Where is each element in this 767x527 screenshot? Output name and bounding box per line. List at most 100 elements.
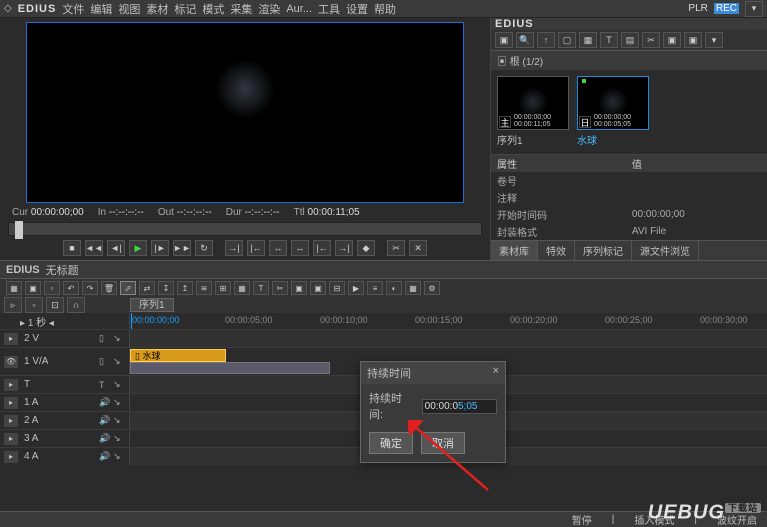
props-icon[interactable]: ▤ [621,32,639,48]
lock-icon[interactable]: ↘ [113,333,125,344]
color-icon[interactable]: ◐ [386,281,402,295]
menu-tools[interactable]: 工具 [318,1,340,17]
new-seq-icon[interactable]: ▦ [579,32,597,48]
save-button[interactable]: ▫ [44,281,60,295]
magnet-icon[interactable]: ∩ [67,297,85,313]
trash-button[interactable]: 🗑 [101,281,117,295]
new-seq-button[interactable]: ▦ [6,281,22,295]
menu-clip[interactable]: 素材 [146,1,168,17]
menu-marker[interactable]: 标记 [174,1,196,17]
rewind-button[interactable]: ◄| [107,240,125,256]
paste-tool-icon[interactable]: ▣ [310,281,326,295]
timeline-scale[interactable]: ▸ 1 秒 ◂ [0,313,130,329]
menu-capture[interactable]: 采集 [230,1,252,17]
arrow-tool-icon[interactable]: ⬀ [120,281,136,295]
snap-icon[interactable]: ⊞ [215,281,231,295]
cut-tool-icon[interactable]: ✂ [272,281,288,295]
track-enable-icon[interactable]: ▸ [4,379,18,391]
ripple-icon[interactable]: ≋ [196,281,212,295]
tab-markers[interactable]: 序列标记 [575,241,632,260]
insert-mode-icon[interactable]: ↧ [158,281,174,295]
tab-effects[interactable]: 特效 [538,241,575,260]
sequence-tab[interactable]: 序列1 [130,298,174,312]
track-head-4a[interactable]: ▸ 4 A 🔊 ↘ [0,448,130,465]
bin-item[interactable]: 日00:00:00;0000:00:05;05 水球 [577,76,649,148]
track-enable-icon[interactable]: ▸ [4,415,18,427]
time-ruler[interactable]: 00:00:00;00 00:00:05;00 00:00:10;00 00:0… [130,313,767,329]
mode-c-icon[interactable]: ⊡ [46,297,64,313]
loop-button[interactable]: ↻ [195,240,213,256]
speaker-icon[interactable]: 🔊 [99,397,111,408]
title-icon[interactable]: T [600,32,618,48]
menu-help[interactable]: 帮助 [374,1,396,17]
delete-button[interactable]: ✕ [409,240,427,256]
speaker-icon[interactable]: 🔊 [99,451,111,462]
goto-out-button[interactable]: ↔ [291,240,309,256]
video-icon[interactable]: ▯ [99,333,111,344]
track-enable-icon[interactable]: ▸ [4,451,18,463]
track-head-1a[interactable]: ▸ 1 A 🔊 ↘ [0,394,130,411]
duration-input[interactable]: 00:00:05;05 [422,399,497,414]
goto-in-button[interactable]: ↔ [269,240,287,256]
track-head-3a[interactable]: ▸ 3 A 🔊 ↘ [0,430,130,447]
track-enable-icon[interactable]: ▸ [4,397,18,409]
menu-mode[interactable]: 模式 [202,1,224,17]
set-out-button[interactable]: |← [247,240,265,256]
up-icon[interactable]: ↑ [537,32,555,48]
render-icon[interactable]: ▶ [348,281,364,295]
tab-browser[interactable]: 源文件浏览 [632,241,699,260]
paste-icon[interactable]: ▣ [684,32,702,48]
set-in-button[interactable]: →| [225,240,243,256]
speaker-icon[interactable]: 🔊 [99,415,111,426]
menu-view[interactable]: 视图 [118,1,140,17]
track-enable-icon[interactable]: ▸ [4,333,18,345]
lock-icon[interactable]: ↘ [113,451,125,462]
mode-b-icon[interactable]: ▫ [25,297,43,313]
next-button[interactable]: |► [151,240,169,256]
lock-icon[interactable]: ↘ [113,356,125,367]
clip-audio[interactable] [130,362,330,374]
overwrite-mode-icon[interactable]: ↥ [177,281,193,295]
speaker-icon[interactable]: 🔊 [99,433,111,444]
bin-item[interactable]: 主00:00:00;0000:00:11;05 序列1 [497,76,569,148]
mode-a-icon[interactable]: ▹ [4,297,22,313]
search-icon[interactable]: 🔍 [516,32,534,48]
split-button[interactable]: ✂ [387,240,405,256]
menu-settings[interactable]: 设置 [346,1,368,17]
ok-button[interactable]: 确定 [369,432,413,454]
play-button[interactable]: ▶ [129,240,147,256]
track-enable-icon[interactable]: 👁 [4,356,18,368]
menu-edit[interactable]: 编辑 [90,1,112,17]
copy-icon[interactable]: ▣ [663,32,681,48]
menu-file[interactable]: 文件 [62,1,84,17]
title-track-icon[interactable]: T [99,380,111,390]
mixer-icon[interactable]: ≡ [367,281,383,295]
ffwd-button[interactable]: ►► [173,240,191,256]
add-marker-button[interactable]: ◆ [357,240,375,256]
redo-button[interactable]: ↷ [82,281,98,295]
del-gap-icon[interactable]: ⊟ [329,281,345,295]
close-icon[interactable]: × [493,365,499,381]
tab-bin[interactable]: 素材库 [491,241,538,260]
link-tool-icon[interactable]: ⇄ [139,281,155,295]
seek-bar[interactable] [8,222,482,236]
lock-icon[interactable]: ↘ [113,415,125,426]
lock-icon[interactable]: ↘ [113,379,125,390]
title-tool-icon[interactable]: T [253,281,269,295]
cut-icon[interactable]: ✂ [642,32,660,48]
track-head-1va[interactable]: 👁 1 V/A ▯ ↘ [0,348,130,375]
new-folder-icon[interactable]: ▢ [558,32,576,48]
menu-aur[interactable]: Aur... [286,3,312,15]
cancel-button[interactable]: 取消 [421,432,465,454]
track-head-t[interactable]: ▸ T T ↘ [0,376,130,393]
track-2v[interactable] [130,330,767,347]
lock-icon[interactable]: ↘ [113,397,125,408]
stop-button[interactable]: ■ [63,240,81,256]
prev-edit-button[interactable]: |← [313,240,331,256]
layout-icon[interactable]: ▦ [405,281,421,295]
settings-icon[interactable]: ⚙ [424,281,440,295]
lock-icon[interactable]: ↘ [113,433,125,444]
seek-cursor[interactable] [15,221,23,239]
folder-icon[interactable]: ▣ [495,32,513,48]
view-icon[interactable]: ▾ [705,32,723,48]
